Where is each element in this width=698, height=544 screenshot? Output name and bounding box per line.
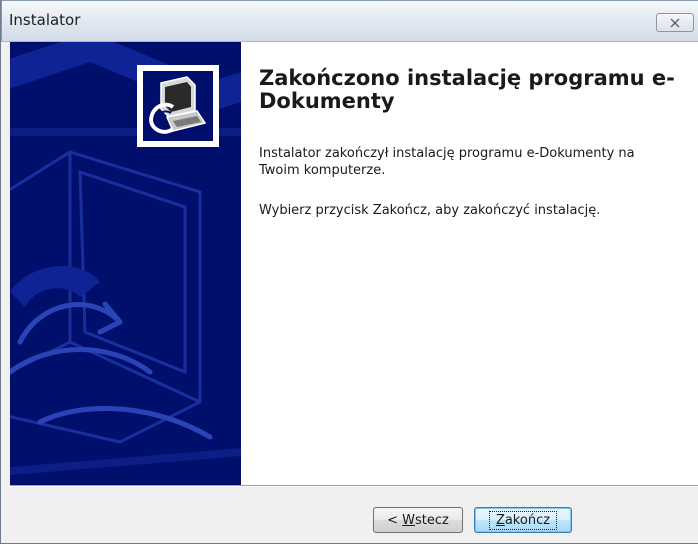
- completion-instruction: Wybierz przycisk Zakończ, aby zakończyć …: [259, 203, 601, 218]
- close-button[interactable]: [656, 13, 694, 32]
- finish-button-label: akończ: [504, 512, 551, 528]
- installer-logo: [137, 65, 219, 147]
- close-icon: [670, 18, 680, 27]
- back-button-label: stecz: [415, 512, 449, 528]
- wizard-footer: < Wstecz Zakończ: [2, 487, 698, 543]
- installer-window: Instalator Zakończono instalację program…: [0, 0, 698, 544]
- finish-button-mnemonic: Z: [495, 512, 505, 528]
- back-button-mnemonic: W: [402, 512, 416, 528]
- finish-button-focus-rect: Zakończ: [488, 510, 558, 530]
- wizard-sidebar-banner: [10, 42, 241, 485]
- finish-button[interactable]: Zakończ: [474, 507, 572, 533]
- back-button[interactable]: < Wstecz: [373, 507, 463, 533]
- window-title: Instalator: [9, 11, 81, 29]
- title-bar: Instalator: [1, 0, 698, 42]
- completion-description: Instalator zakończył instalację programu…: [259, 146, 635, 178]
- page-heading: Zakończono instalację programu e-Dokumen…: [259, 66, 675, 113]
- back-button-prefix: <: [387, 512, 403, 528]
- wizard-content-panel: Zakończono instalację programu e-Dokumen…: [241, 42, 698, 485]
- computer-install-icon: [149, 76, 207, 134]
